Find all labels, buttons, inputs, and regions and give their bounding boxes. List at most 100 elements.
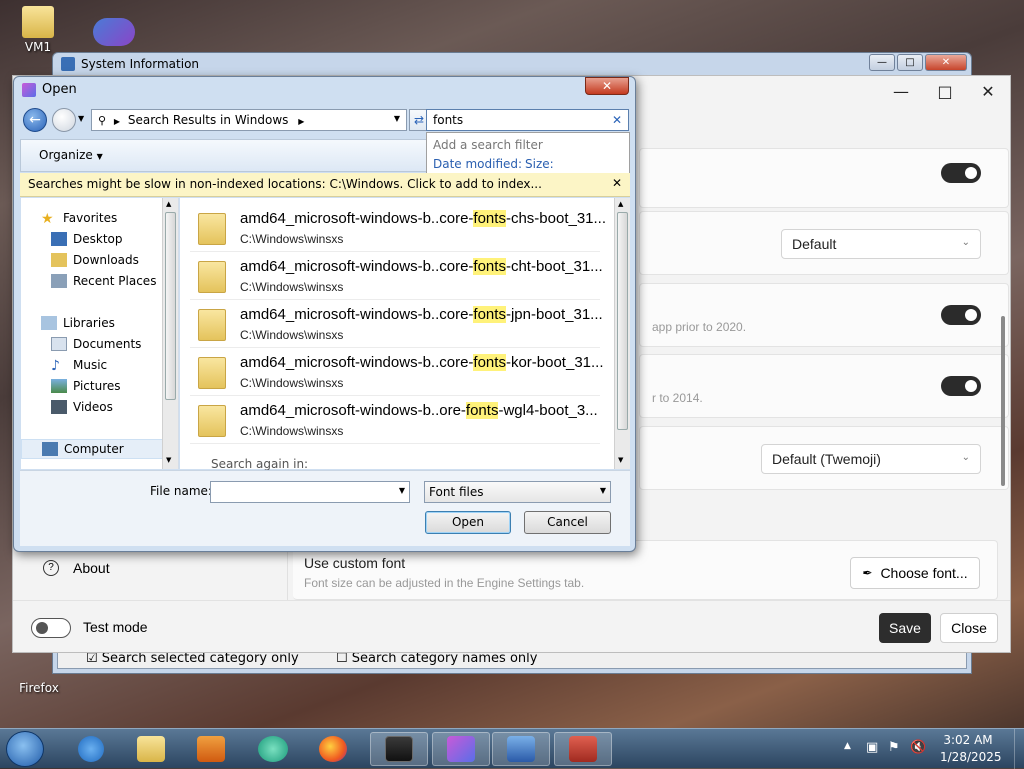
list-item[interactable]: amd64_microsoft-windows-b..ore-fonts-wgl… xyxy=(190,396,600,444)
sidebar-item-downloads[interactable]: Downloads xyxy=(51,250,139,270)
taskbar-ie[interactable] xyxy=(62,732,120,766)
computer-icon xyxy=(42,442,58,456)
list-item[interactable]: amd64_microsoft-windows-b..core-fonts-ch… xyxy=(190,204,606,252)
back-button[interactable]: ← xyxy=(23,108,47,132)
sidebar-item-label: Desktop xyxy=(73,232,123,246)
taskbar-toolbox[interactable] xyxy=(554,732,612,766)
scroll-up-icon[interactable]: ▲ xyxy=(166,200,171,208)
search-icon: ⚲ xyxy=(98,114,107,127)
recent-pages-chevron-icon[interactable]: ▼ xyxy=(78,114,84,123)
navigation-pane: ★ Favorites Desktop Downloads Recent Pla… xyxy=(21,198,179,469)
sidebar-item-desktop[interactable]: Desktop xyxy=(51,229,123,249)
scroll-down-icon[interactable]: ▼ xyxy=(166,456,171,464)
libraries-icon xyxy=(41,316,57,330)
list-item[interactable]: amd64_microsoft-windows-b..core-fonts-ko… xyxy=(190,348,604,396)
cancel-button[interactable]: Cancel xyxy=(524,511,611,534)
folder-user-icon xyxy=(22,6,54,38)
sidebar-item-pictures[interactable]: Pictures xyxy=(51,376,121,396)
taskbar-terminal[interactable] xyxy=(370,732,428,766)
close-button[interactable]: ✕ xyxy=(585,77,629,95)
sidebar-item-videos[interactable]: Videos xyxy=(51,397,113,417)
app-icon xyxy=(447,736,475,762)
show-hidden-icons-icon[interactable]: ▲ xyxy=(844,741,851,751)
sidebar-item-libraries[interactable]: Libraries xyxy=(41,313,115,333)
address-bar[interactable]: ⚲ ▶ Search Results in Windows ▶ ▼ xyxy=(91,109,407,131)
select-value: Default (Twemoji) xyxy=(772,451,881,467)
search-names-checkbox[interactable]: ☐ Search category names only xyxy=(336,651,537,666)
setting-toggle-3[interactable] xyxy=(941,376,981,396)
sidebar-item-documents[interactable]: Documents xyxy=(51,334,141,354)
custom-font-desc: Font size can be adjusted in the Engine … xyxy=(304,576,585,590)
chevron-down-icon[interactable]: ▼ xyxy=(399,486,405,495)
test-mode-toggle[interactable] xyxy=(31,618,71,638)
save-button[interactable]: Save xyxy=(879,613,931,643)
maximize-button[interactable]: □ xyxy=(897,54,923,71)
taskbar-system-info[interactable] xyxy=(492,732,550,766)
setting-desc: app prior to 2020. xyxy=(652,320,747,334)
open-button[interactable]: Open xyxy=(425,511,511,534)
search-selected-checkbox[interactable]: ☑ Search selected category only xyxy=(86,651,299,666)
minimize-button[interactable]: — xyxy=(879,82,923,101)
chevron-down-icon: ▼ xyxy=(96,152,103,161)
taskbar-firefox[interactable] xyxy=(304,732,362,766)
clear-search-icon[interactable]: ✕ xyxy=(612,113,622,127)
taskbar-app-green[interactable] xyxy=(244,732,302,766)
close-button[interactable]: ✕ xyxy=(925,54,967,71)
scroll-up-icon[interactable]: ▲ xyxy=(618,200,623,208)
sidebar-item-computer[interactable]: Computer xyxy=(21,439,173,459)
emoji-style-select[interactable]: Default ⌄ xyxy=(781,229,981,259)
index-info-bar[interactable]: Searches might be slow in non-indexed lo… xyxy=(20,173,630,197)
file-name-input[interactable]: ▼ xyxy=(210,481,410,503)
firefox-icon xyxy=(319,736,347,762)
forward-button[interactable] xyxy=(52,108,76,132)
sidebar-item-label: Computer xyxy=(64,442,124,456)
file-name: amd64_microsoft-windows-b..core-fonts-ch… xyxy=(240,258,603,275)
desktop-icon-infinity-app[interactable] xyxy=(86,18,142,48)
organize-button[interactable]: Organize ▼ xyxy=(39,148,103,162)
taskbar-app-active[interactable] xyxy=(432,732,490,766)
desktop-icon-vm1[interactable]: VM1 xyxy=(10,6,66,54)
breadcrumb-arrow-icon: ▶ xyxy=(298,117,305,126)
sidebar-item-favorites[interactable]: ★ Favorites xyxy=(41,208,117,228)
checkbox-label: Search category names only xyxy=(351,651,538,666)
clock-date[interactable]: 1/28/2025 xyxy=(940,750,1002,764)
sidebar-item-label: Favorites xyxy=(63,211,118,225)
sidebar-item-label: Documents xyxy=(73,337,142,351)
network-icon[interactable]: ▣ xyxy=(866,740,878,755)
scroll-thumb[interactable] xyxy=(165,212,176,400)
close-button[interactable]: Close xyxy=(940,613,998,643)
list-item[interactable]: amd64_microsoft-windows-b..core-fonts-jp… xyxy=(190,300,603,348)
filter-size[interactable]: Size: xyxy=(525,157,554,171)
volume-muted-icon[interactable]: 🔇 xyxy=(910,740,926,755)
start-button[interactable] xyxy=(6,731,44,767)
maximize-button[interactable]: □ xyxy=(923,82,967,101)
taskbar-media-player[interactable] xyxy=(182,732,240,766)
file-name-label: File name: xyxy=(150,484,212,498)
clock-time[interactable]: 3:02 AM xyxy=(943,733,993,747)
choose-font-button[interactable]: ✒ Choose font... xyxy=(850,557,980,589)
scroll-thumb[interactable] xyxy=(617,212,628,430)
scroll-down-icon[interactable]: ▼ xyxy=(618,456,623,464)
minimize-button[interactable]: — xyxy=(869,54,895,71)
action-center-flag-icon[interactable]: ⚑ xyxy=(888,740,900,755)
filter-date-modified[interactable]: Date modified: xyxy=(433,157,522,171)
setting-toggle-2[interactable] xyxy=(941,305,981,325)
setting-toggle-1[interactable] xyxy=(941,163,981,183)
close-icon[interactable]: ✕ xyxy=(612,176,622,190)
list-item[interactable]: amd64_microsoft-windows-b..core-fonts-ch… xyxy=(190,252,603,300)
show-desktop-button[interactable] xyxy=(1014,729,1024,769)
emoji-font-select[interactable]: Default (Twemoji) ⌄ xyxy=(761,444,981,474)
file-name: amd64_microsoft-windows-b..ore-fonts-wgl… xyxy=(240,402,598,419)
settings-scrollbar[interactable] xyxy=(1001,316,1005,486)
sidebar-item-music[interactable]: ♪ Music xyxy=(51,355,107,375)
nav-scrollbar[interactable]: ▲ ▼ xyxy=(162,198,178,469)
close-button[interactable]: ✕ xyxy=(966,82,1010,101)
taskbar-explorer[interactable] xyxy=(122,732,180,766)
chevron-down-icon[interactable]: ▼ xyxy=(394,114,400,123)
taskbar: ▲ ▣ ⚑ 🔇 3:02 AM 1/28/2025 xyxy=(0,728,1024,769)
sidebar-item-recent-places[interactable]: Recent Places xyxy=(51,271,156,291)
file-type-select[interactable]: Font files ▼ xyxy=(424,481,611,503)
search-input[interactable]: fonts ✕ xyxy=(426,109,629,131)
sidebar-item-about[interactable]: ? About xyxy=(43,560,110,576)
file-list-scrollbar[interactable]: ▲ ▼ xyxy=(614,198,630,469)
